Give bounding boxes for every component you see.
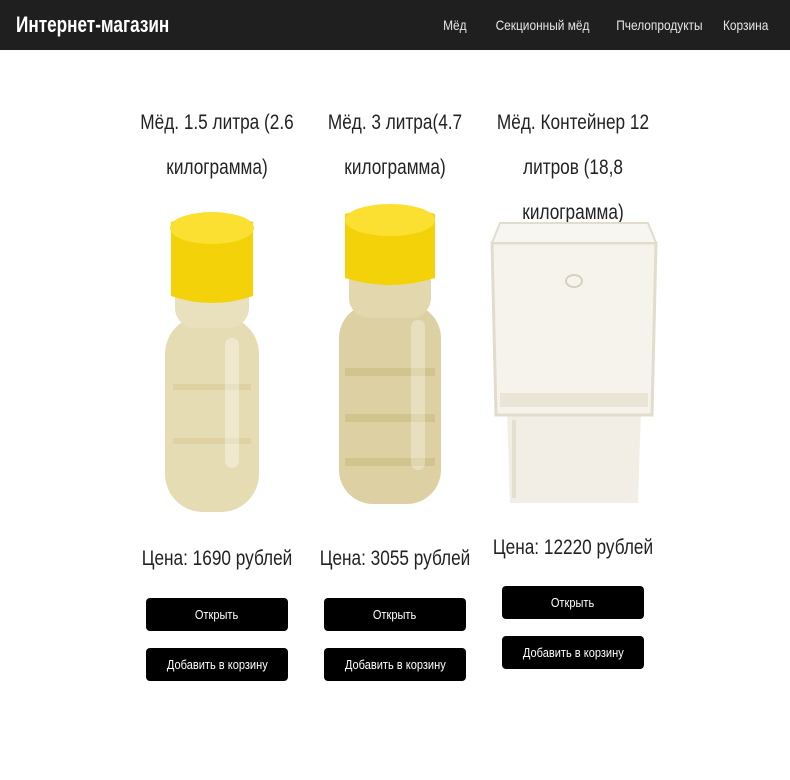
open-button-label: Открыть [373,607,417,622]
product-title: Мёд. 1.5 литра (2.6 килограмма) [140,111,294,179]
add-to-cart-button[interactable]: Добавить в корзину [146,648,288,681]
nav-links: Мёд Секционный мёд Пчелопродукты Корзина [439,17,768,33]
nav-link-honey[interactable]: Мёд [443,17,466,33]
product-price: Цена: 3055 рублей [319,547,471,570]
brand-link[interactable]: Интернет-магазин [16,12,169,38]
nav-link-bee-products[interactable]: Пчелопродукты [616,17,702,33]
honey-bottle-image [165,212,259,512]
product-price: Цена: 12220 рублей [492,536,654,559]
open-button-label: Открыть [551,595,595,610]
open-button[interactable]: Открыть [146,598,288,631]
open-button[interactable]: Открыть [502,586,644,619]
add-to-cart-button[interactable]: Добавить в корзину [502,636,644,669]
product-card: Мёд. Контейнер 12 литров (18,8 килограмм… [468,100,678,690]
honey-container-image [490,222,658,503]
add-to-cart-label: Добавить в корзину [166,657,268,672]
add-to-cart-label: Добавить в корзину [522,645,624,660]
open-button-label: Открыть [195,607,239,622]
nav-link-cart[interactable]: Корзина [723,17,768,33]
top-navbar: Интернет-магазин Мёд Секционный мёд Пчел… [0,0,790,50]
product-price: Цена: 1690 рублей [141,547,293,570]
add-to-cart-button[interactable]: Добавить в корзину [324,648,466,681]
open-button[interactable]: Открыть [324,598,466,631]
honey-bottle-image [339,204,441,504]
product-title: Мёд. 3 литра(4.7 килограмма) [327,111,463,179]
nav-link-section-honey[interactable]: Секционный мёд [495,17,589,33]
add-to-cart-label: Добавить в корзину [344,657,446,672]
